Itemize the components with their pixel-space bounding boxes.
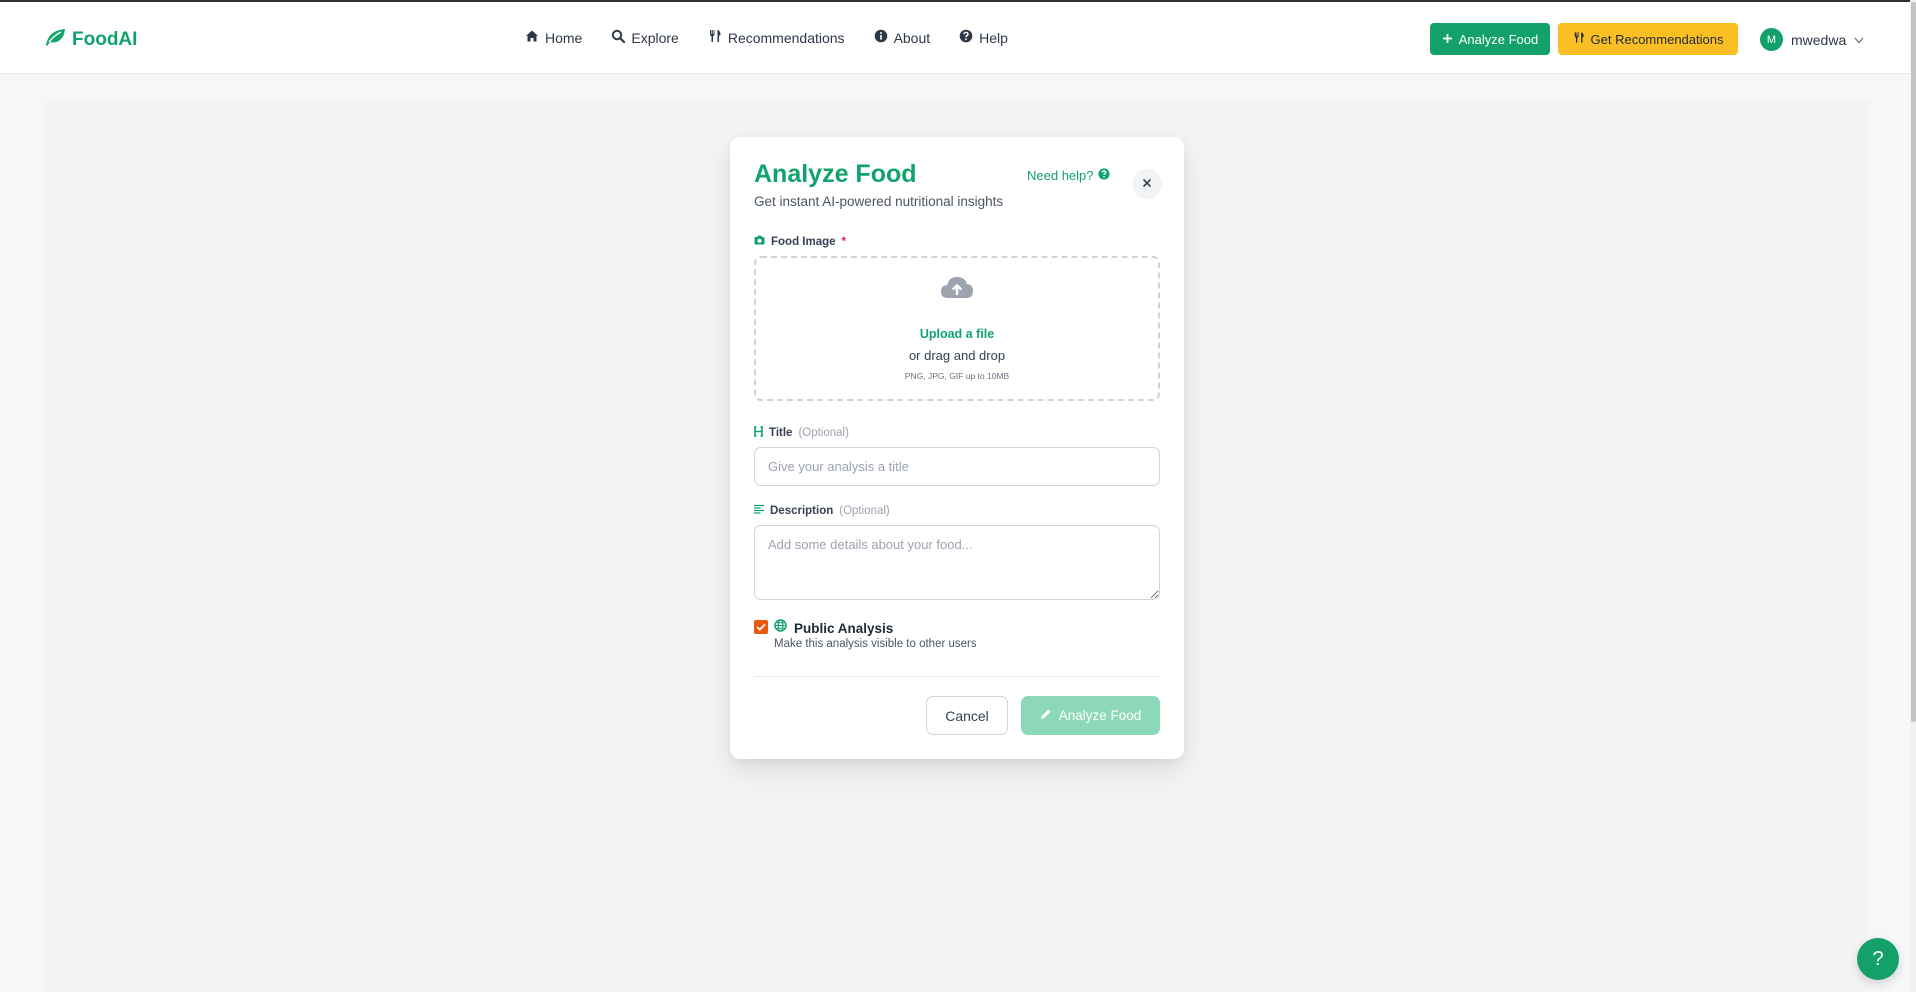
public-analysis-help: Make this analysis visible to other user… (774, 638, 977, 650)
submit-analyze-button[interactable]: Analyze Food (1021, 696, 1160, 735)
avatar: M (1760, 28, 1783, 51)
public-analysis-checkbox[interactable] (754, 620, 768, 634)
nav-about[interactable]: About (874, 29, 931, 46)
heading-icon (754, 426, 763, 440)
required-marker: * (841, 235, 847, 248)
need-help-label: Need help? (1027, 168, 1094, 183)
description-textarea[interactable] (754, 525, 1160, 600)
dialog-subtitle: Get instant AI-powered nutritional insig… (754, 194, 1004, 209)
analyze-food-button-label: Analyze Food (1458, 31, 1539, 47)
nav-help-label: Help (979, 29, 1008, 46)
nav-explore[interactable]: Explore (611, 29, 679, 46)
nav-about-label: About (893, 29, 931, 46)
search-icon (611, 29, 626, 46)
utensils-icon (1573, 31, 1585, 47)
camera-icon (754, 235, 765, 248)
need-help-link[interactable]: Need help? (1027, 168, 1110, 183)
cancel-button[interactable]: Cancel (926, 696, 1008, 735)
nav-recommendations[interactable]: Recommendations (708, 29, 845, 46)
username: mwedwa (1791, 31, 1847, 48)
question-icon (959, 29, 973, 46)
chevron-down-icon (1854, 31, 1864, 49)
nav-explore-label: Explore (631, 29, 679, 46)
title-label-text: Title (769, 427, 793, 439)
top-navbar: FoodAI Home Explore Recommendations Abou… (0, 2, 1910, 74)
nav-home[interactable]: Home (525, 29, 582, 46)
get-recommendations-button-label: Get Recommendations (1590, 31, 1724, 47)
question-icon (1097, 168, 1110, 183)
pencil-icon (1040, 708, 1052, 723)
globe-icon (774, 619, 787, 637)
checkmark-icon (756, 618, 766, 636)
close-button[interactable] (1132, 169, 1162, 199)
home-icon (525, 29, 539, 46)
floating-help-button[interactable]: ? (1857, 938, 1899, 980)
main-nav: Home Explore Recommendations About Help (525, 29, 1008, 46)
description-label: Description (Optional) (754, 504, 890, 517)
public-analysis-label: Public Analysis (794, 620, 894, 636)
user-menu[interactable]: M mwedwa (1760, 28, 1864, 51)
question-icon: ? (1872, 947, 1884, 970)
nav-recommendations-label: Recommendations (727, 29, 845, 46)
dialog-title: Analyze Food (754, 160, 917, 188)
get-recommendations-button[interactable]: Get Recommendations (1558, 23, 1738, 55)
analyze-food-dialog: Analyze Food Get instant AI-powered nutr… (730, 137, 1184, 759)
cloud-upload-icon (940, 274, 974, 302)
leaf-icon (44, 27, 66, 52)
file-types-hint: PNG, JPG, GIF up to 10MB (904, 371, 1010, 381)
public-analysis-row: Public Analysis (774, 619, 893, 637)
title-input[interactable] (754, 447, 1160, 486)
utensils-icon (708, 29, 722, 46)
plus-icon (1442, 32, 1453, 47)
food-image-label: Food Image * (754, 235, 846, 248)
image-dropzone[interactable]: Upload a file or drag and drop PNG, JPG,… (754, 256, 1160, 401)
drag-drop-text: or drag and drop (908, 348, 1006, 363)
info-icon (874, 29, 888, 46)
title-label: Title (Optional) (754, 426, 849, 440)
title-optional-text: (Optional) (798, 427, 849, 439)
description-optional-text: (Optional) (839, 504, 890, 517)
description-label-text: Description (770, 504, 834, 517)
food-image-label-text: Food Image (771, 235, 836, 248)
align-left-icon (754, 504, 764, 517)
nav-home-label: Home (545, 29, 583, 46)
close-icon (1142, 175, 1152, 193)
scrollbar-thumb[interactable] (1911, 2, 1916, 722)
footer-divider (754, 676, 1160, 677)
nav-help[interactable]: Help (959, 29, 1008, 46)
brand-logo[interactable]: FoodAI (44, 27, 137, 52)
upload-file-link[interactable]: Upload a file (756, 327, 1158, 341)
brand-name: FoodAI (72, 28, 138, 50)
submit-analyze-label: Analyze Food (1058, 708, 1142, 723)
analyze-food-button[interactable]: Analyze Food (1430, 23, 1550, 55)
